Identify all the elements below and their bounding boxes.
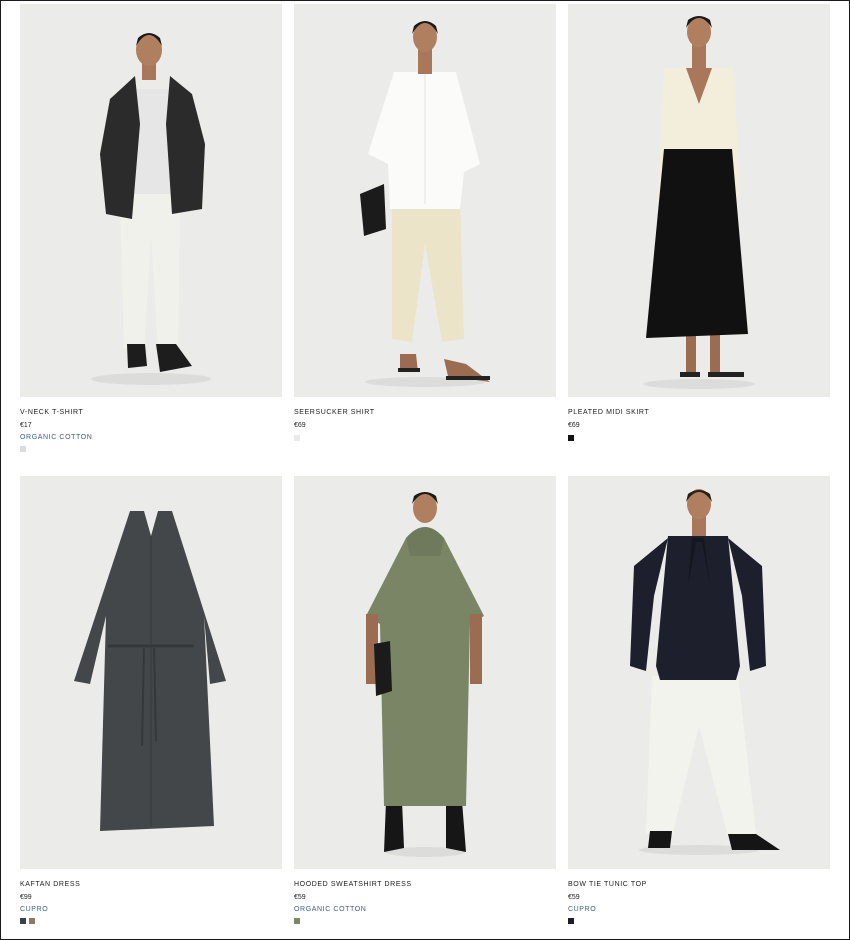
product-image[interactable] bbox=[294, 4, 556, 397]
color-swatches bbox=[294, 435, 556, 441]
color-swatches bbox=[20, 446, 282, 452]
color-swatch[interactable] bbox=[294, 435, 300, 441]
color-swatches bbox=[568, 918, 830, 924]
product-fabric-tag: ORGANIC COTTON bbox=[294, 906, 367, 913]
product-card[interactable]: BOW TIE TUNIC TOP €59 CUPRO bbox=[568, 476, 830, 924]
color-swatch[interactable] bbox=[568, 918, 574, 924]
color-swatch[interactable] bbox=[20, 446, 26, 452]
color-swatch[interactable] bbox=[568, 435, 574, 441]
product-card[interactable]: PLEATED MIDI SKIRT €69 bbox=[568, 4, 830, 441]
product-name[interactable]: HOODED SWEATSHIRT DRESS bbox=[294, 880, 556, 890]
grey-kaftan-dress-icon bbox=[20, 476, 282, 869]
product-card[interactable]: HOODED SWEATSHIRT DRESS €59 ORGANIC COTT… bbox=[294, 476, 556, 924]
color-swatch[interactable] bbox=[20, 918, 26, 924]
product-card[interactable]: V-NECK T-SHIRT €17 ORGANIC COTTON bbox=[20, 4, 282, 452]
product-price: €69 bbox=[294, 422, 306, 429]
product-name[interactable]: PLEATED MIDI SKIRT bbox=[568, 408, 830, 418]
product-price: €59 bbox=[294, 894, 306, 901]
model-navy-tunic-white-trousers-icon bbox=[568, 476, 830, 869]
product-price: €99 bbox=[20, 894, 32, 901]
model-green-hooded-dress-icon bbox=[294, 476, 556, 869]
product-fabric-tag: CUPRO bbox=[20, 906, 49, 913]
product-image[interactable] bbox=[20, 476, 282, 869]
product-image[interactable] bbox=[20, 4, 282, 397]
product-image[interactable] bbox=[568, 476, 830, 869]
color-swatches bbox=[294, 918, 556, 924]
model-blazer-white-trousers-icon bbox=[20, 4, 282, 397]
product-name[interactable]: KAFTAN DRESS bbox=[20, 880, 282, 890]
color-swatch[interactable] bbox=[294, 918, 300, 924]
product-image[interactable] bbox=[294, 476, 556, 869]
product-card[interactable]: KAFTAN DRESS €99 CUPRO bbox=[20, 476, 282, 924]
color-swatch[interactable] bbox=[29, 918, 35, 924]
product-fabric-tag: ORGANIC COTTON bbox=[20, 434, 93, 441]
product-price: €59 bbox=[568, 894, 580, 901]
product-name[interactable]: BOW TIE TUNIC TOP bbox=[568, 880, 830, 890]
model-cream-top-black-skirt-icon bbox=[568, 4, 830, 397]
color-swatches bbox=[20, 918, 282, 924]
color-swatches bbox=[568, 435, 830, 441]
product-price: €69 bbox=[568, 422, 580, 429]
model-white-shirt-beige-trousers-icon bbox=[294, 4, 556, 397]
product-price: €17 bbox=[20, 422, 32, 429]
product-grid: V-NECK T-SHIRT €17 ORGANIC COTTON SEERSU… bbox=[0, 0, 850, 940]
product-name[interactable]: V-NECK T-SHIRT bbox=[20, 408, 282, 418]
product-image[interactable] bbox=[568, 4, 830, 397]
product-fabric-tag: CUPRO bbox=[568, 906, 597, 913]
product-card[interactable]: SEERSUCKER SHIRT €69 bbox=[294, 4, 556, 441]
product-name[interactable]: SEERSUCKER SHIRT bbox=[294, 408, 556, 418]
